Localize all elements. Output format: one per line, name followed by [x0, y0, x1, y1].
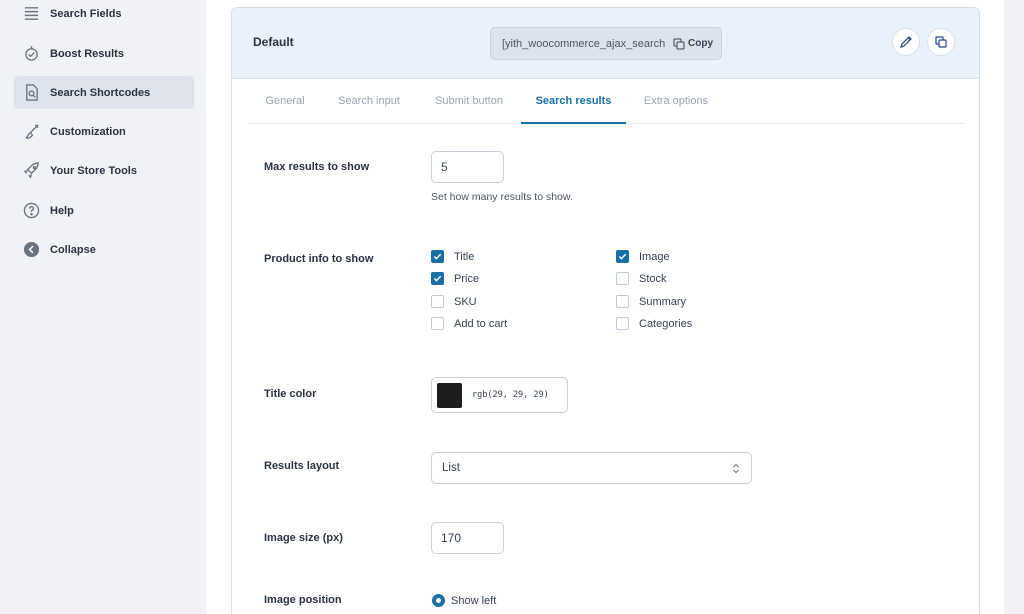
checkbox-title[interactable]: Title	[431, 250, 474, 263]
sidebar-item-collapse[interactable]: Collapse	[14, 233, 194, 266]
max-results-label: Max results to show	[264, 161, 370, 173]
radio-show-left[interactable]: Show left	[432, 594, 496, 607]
tab-general[interactable]: General	[265, 86, 305, 124]
brush-icon	[22, 123, 40, 141]
checkbox-label: Image	[639, 250, 670, 263]
checkbox-unchecked-icon	[431, 317, 444, 330]
edit-button[interactable]	[892, 28, 920, 56]
tab-extra-options[interactable]: Extra options	[642, 86, 710, 124]
radio-selected-icon	[432, 594, 445, 607]
shortcode-field[interactable]: [yith_woocommerce_ajax_search preset="de…	[490, 27, 722, 60]
checkbox-categories[interactable]: Categories	[616, 317, 692, 330]
color-swatch	[437, 382, 462, 408]
checkbox-label: Price	[454, 272, 480, 285]
checkbox-stock[interactable]: Stock	[616, 272, 667, 285]
select-value: List	[442, 462, 460, 474]
rocket-icon	[22, 162, 40, 180]
sidebar-item-boost-results[interactable]: Boost Results	[14, 37, 194, 70]
results-layout-label: Results layout	[264, 460, 340, 472]
sidebar-item-help[interactable]: Help	[14, 194, 194, 227]
copy-label: Copy	[688, 38, 713, 49]
checkbox-checked-icon	[616, 250, 629, 263]
sidebar-item-label: Help	[50, 204, 74, 217]
checkbox-label: Title	[454, 250, 475, 263]
sidebar: Search Fields Boost Results Search Short…	[0, 0, 206, 614]
tab-search-results[interactable]: Search results	[521, 86, 626, 124]
list-icon	[22, 5, 40, 23]
checkbox-label: Stock	[639, 272, 667, 285]
right-gutter	[1004, 0, 1024, 614]
checkbox-checked-icon	[431, 272, 444, 285]
sidebar-item-customization[interactable]: Customization	[14, 115, 194, 148]
radio-label: Show left	[451, 594, 497, 607]
duplicate-icon	[935, 36, 947, 48]
checkbox-image[interactable]: Image	[616, 250, 670, 263]
max-results-hint: Set how many results to show.	[431, 191, 573, 203]
checkbox-unchecked-icon	[616, 272, 629, 285]
title-color-label: Title color	[264, 388, 317, 400]
sidebar-item-label: Search Shortcodes	[50, 86, 151, 99]
tab-bar: General Search input Submit button Searc…	[248, 86, 964, 124]
sidebar-item-label: Collapse	[50, 243, 96, 256]
shortcode-text: [yith_woocommerce_ajax_search preset="de…	[502, 37, 667, 50]
tab-submit-button[interactable]: Submit button	[432, 86, 506, 124]
image-position-label: Image position	[264, 594, 342, 606]
max-results-input[interactable]	[431, 151, 504, 183]
select-chevron-icon	[733, 463, 739, 474]
product-info-label: Product info to show	[264, 253, 374, 265]
sidebar-item-label: Customization	[50, 125, 126, 138]
card-title: Default	[253, 35, 294, 49]
help-icon	[22, 202, 40, 220]
checkbox-unchecked-icon	[616, 295, 629, 308]
checkbox-unchecked-icon	[616, 317, 629, 330]
image-size-input[interactable]	[431, 522, 504, 554]
sidebar-item-search-shortcodes[interactable]: Search Shortcodes	[14, 76, 194, 109]
checkbox-label: Categories	[639, 317, 693, 330]
copy-icon	[673, 38, 685, 49]
shortcode-card: Default [yith_woocommerce_ajax_search pr…	[231, 7, 980, 614]
title-color-picker[interactable]: rgb(29, 29, 29)	[431, 377, 568, 413]
image-size-label: Image size (px)	[264, 532, 343, 544]
sidebar-item-label: Boost Results	[50, 47, 124, 60]
color-value: rgb(29, 29, 29)	[472, 390, 549, 400]
sidebar-item-label: Search Fields	[50, 7, 122, 20]
checkbox-unchecked-icon	[431, 295, 444, 308]
sidebar-item-your-store-tools[interactable]: Your Store Tools	[14, 154, 194, 187]
checkbox-sku[interactable]: SKU	[431, 295, 477, 308]
checkbox-add-to-cart[interactable]: Add to cart	[431, 317, 507, 330]
checkbox-label: Summary	[639, 295, 687, 308]
duplicate-button[interactable]	[927, 28, 955, 56]
card-header: Default [yith_woocommerce_ajax_search pr…	[232, 8, 979, 79]
sidebar-item-search-fields[interactable]: Search Fields	[14, 0, 194, 30]
checkbox-label: Add to cart	[454, 317, 508, 330]
boost-icon	[22, 45, 40, 63]
results-layout-select[interactable]: List	[431, 452, 752, 484]
sidebar-item-label: Your Store Tools	[50, 164, 137, 177]
checkbox-checked-icon	[431, 250, 444, 263]
checkbox-price[interactable]: Price	[431, 272, 479, 285]
checkbox-summary[interactable]: Summary	[616, 295, 686, 308]
pencil-icon	[900, 36, 912, 48]
tab-search-input[interactable]: Search input	[337, 86, 401, 124]
copy-button[interactable]: Copy	[673, 38, 713, 50]
collapse-icon	[22, 241, 40, 259]
checkbox-label: SKU	[454, 295, 477, 308]
document-search-icon	[22, 84, 40, 102]
